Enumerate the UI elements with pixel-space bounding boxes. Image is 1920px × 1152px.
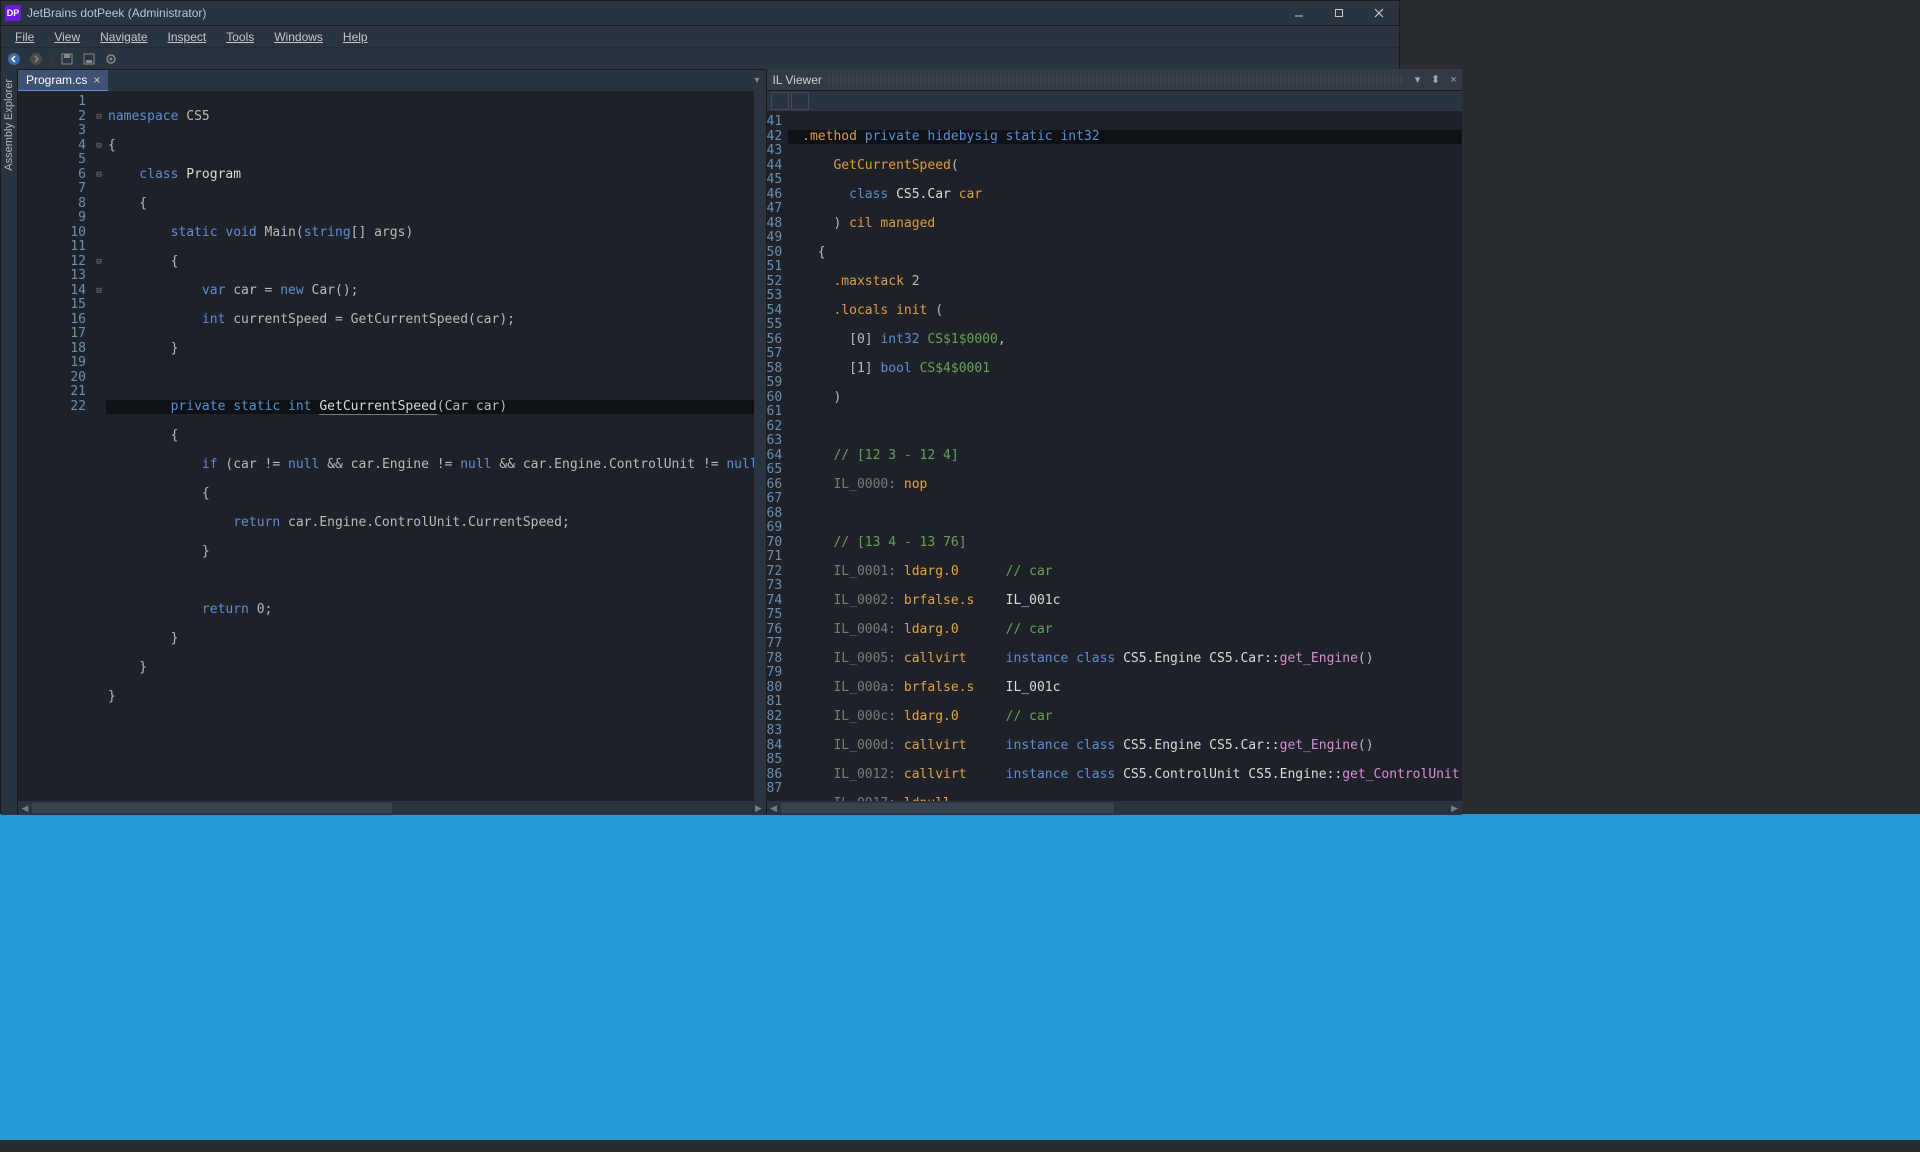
il-line-gutter: 4142434445464748495051525354555657585960…	[767, 111, 789, 801]
file-tab-label: Program.cs	[26, 73, 87, 87]
il-viewer-header: IL Viewer ▾ ⬍ ×	[767, 69, 1462, 91]
desktop-background	[0, 814, 1920, 1140]
menu-view[interactable]: View	[44, 26, 90, 48]
assembly-explorer-tab[interactable]: Assembly Explorer	[1, 75, 17, 175]
scroll-left-icon[interactable]: ◀	[18, 801, 32, 815]
il-editor[interactable]: 4142434445464748495051525354555657585960…	[767, 111, 1462, 801]
il-viewer-pane: IL Viewer ▾ ⬍ × 414243444546474849505152…	[767, 69, 1462, 815]
panel-close-icon[interactable]: ×	[1446, 72, 1462, 88]
titlebar: DP JetBrains dotPeek (Administrator)	[1, 1, 1399, 25]
toolbar	[1, 47, 1399, 69]
code-editor-pane: Program.cs × ▾ 1 2 3 4 5 6 7 8 9 10 11	[18, 69, 767, 815]
scroll-right-icon[interactable]: ▶	[1448, 801, 1462, 815]
menu-navigate[interactable]: Navigate	[90, 26, 157, 48]
editor-tabs: Program.cs × ▾	[18, 69, 766, 91]
open-button[interactable]	[80, 50, 98, 68]
close-tab-icon[interactable]: ×	[93, 73, 100, 87]
tab-dropdown-icon[interactable]: ▾	[754, 75, 759, 86]
menu-windows[interactable]: Windows	[264, 26, 333, 48]
back-button[interactable]	[5, 50, 23, 68]
menu-inspect[interactable]: Inspect	[158, 26, 217, 48]
il-viewer-toolbar	[767, 91, 1462, 111]
panel-dropdown-icon[interactable]: ▾	[1410, 72, 1426, 88]
editor-vertical-scrollbar[interactable]	[754, 91, 766, 801]
il-code-body[interactable]: .method private hidebysig static int32 G…	[788, 111, 1461, 801]
forward-button[interactable]	[27, 50, 45, 68]
close-button[interactable]	[1359, 1, 1399, 25]
scroll-left-icon[interactable]: ◀	[767, 801, 781, 815]
highlighted-line: private static int GetCurrentSpeed(Car c…	[106, 400, 766, 415]
scroll-right-icon[interactable]: ▶	[752, 801, 766, 815]
settings-button[interactable]	[102, 50, 120, 68]
menu-help[interactable]: Help	[333, 26, 378, 48]
panel-pin-icon[interactable]: ⬍	[1428, 72, 1444, 88]
fold-column: ⊟⊟ ⊟ ⊟ ⊟	[92, 91, 106, 801]
save-button[interactable]	[58, 50, 76, 68]
maximize-button[interactable]	[1319, 1, 1359, 25]
menu-file[interactable]: File	[5, 26, 44, 48]
main-area: Assembly Explorer Program.cs × ▾ 1 2 3 4…	[1, 69, 1399, 815]
editor-horizontal-scrollbar[interactable]: ◀ ▶	[18, 801, 766, 815]
file-tab-program[interactable]: Program.cs ×	[18, 70, 108, 92]
code-editor[interactable]: 1 2 3 4 5 6 7 8 9 10 11 12 13 14 15 16 1	[18, 91, 766, 801]
il-horizontal-scrollbar[interactable]: ◀ ▶	[767, 801, 1462, 815]
menu-tools[interactable]: Tools	[216, 26, 264, 48]
il-tool-1[interactable]	[771, 92, 789, 110]
il-tool-2[interactable]	[791, 92, 809, 110]
code-body[interactable]: namespace CS5 { class Program { static v…	[106, 91, 766, 801]
line-gutter: 1 2 3 4 5 6 7 8 9 10 11 12 13 14 15 16 1	[18, 91, 92, 801]
window-title: JetBrains dotPeek (Administrator)	[27, 6, 206, 20]
side-dock: Assembly Explorer	[1, 69, 18, 815]
minimize-button[interactable]	[1279, 1, 1319, 25]
il-viewer-title: IL Viewer	[773, 73, 822, 87]
app-icon: DP	[5, 5, 21, 21]
menubar: File View Navigate Inspect Tools Windows…	[1, 25, 1399, 47]
